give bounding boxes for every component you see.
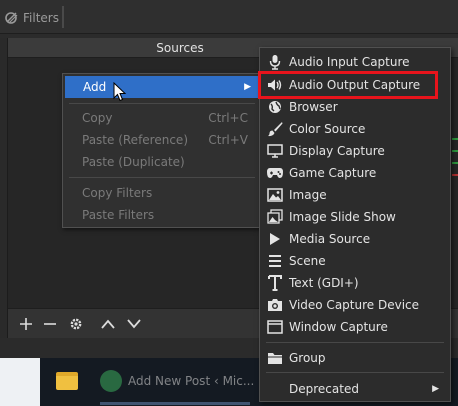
- taskbar-active-indicator: [100, 402, 250, 405]
- microphone-icon: [265, 54, 285, 70]
- source-properties-button[interactable]: [66, 315, 86, 333]
- submenu-item-display-capture[interactable]: Display Capture: [261, 140, 449, 162]
- image-icon: [265, 187, 285, 203]
- submenu-item-label: Scene: [289, 254, 326, 268]
- gamepad-icon: [265, 165, 285, 181]
- move-source-up-button[interactable]: [98, 315, 118, 333]
- audio-meter-line: [452, 138, 458, 140]
- chevron-down-icon: [127, 319, 141, 329]
- submenu-item-text-gdi[interactable]: Text (GDI+): [261, 272, 449, 294]
- submenu-item-label: Text (GDI+): [289, 276, 359, 290]
- menu-item-paste-duplicate[interactable]: Paste (Duplicate): [64, 151, 260, 173]
- menu-item-shortcut: Ctrl+C: [208, 111, 248, 125]
- submenu-item-label: Color Source: [289, 122, 366, 136]
- mouse-cursor-icon: [113, 82, 127, 102]
- submenu-item-scene[interactable]: Scene: [261, 250, 449, 272]
- sources-context-menu: Add ▶ Copy Ctrl+C Paste (Reference) Ctrl…: [62, 73, 262, 228]
- submenu-item-audio-input-capture[interactable]: Audio Input Capture: [261, 51, 449, 73]
- audio-output-capture-highlight: [258, 71, 438, 99]
- list-icon: [265, 253, 285, 269]
- submenu-item-label: Video Capture Device: [289, 298, 420, 312]
- remove-source-button[interactable]: [40, 315, 60, 333]
- taskbar-window-label[interactable]: Add New Post ‹ Mic...: [128, 374, 254, 388]
- submenu-item-image[interactable]: Image: [261, 184, 449, 206]
- submenu-arrow-icon: ▶: [244, 82, 251, 92]
- menu-item-add[interactable]: Add ▶: [65, 76, 259, 98]
- submenu-item-deprecated[interactable]: Deprecated ▶: [261, 378, 449, 400]
- dock-edge: [0, 38, 8, 338]
- blank-icon: [265, 381, 285, 397]
- submenu-separator: [266, 342, 444, 343]
- submenu-item-label: Browser: [289, 100, 338, 114]
- file-explorer-icon[interactable]: [56, 372, 78, 390]
- slideshow-icon: [265, 209, 285, 225]
- submenu-item-window-capture[interactable]: Window Capture: [261, 316, 449, 338]
- folder-icon: [265, 350, 285, 366]
- audio-meter-line: [452, 150, 458, 152]
- toolbar-divider: [62, 6, 64, 28]
- menu-item-copy[interactable]: Copy Ctrl+C: [64, 107, 260, 129]
- submenu-item-browser[interactable]: Browser: [261, 96, 449, 118]
- menu-item-label: Paste (Duplicate): [82, 155, 185, 169]
- menu-separator: [69, 103, 255, 104]
- plus-icon: [20, 318, 32, 330]
- menu-item-copy-filters[interactable]: Copy Filters: [64, 182, 260, 204]
- camera-icon: [265, 297, 285, 313]
- filters-label: Filters: [23, 11, 59, 25]
- menu-item-paste-reference[interactable]: Paste (Reference) Ctrl+V: [64, 129, 260, 151]
- menu-item-label: Add: [83, 80, 107, 94]
- audio-meter-line: [452, 162, 458, 164]
- filters-button[interactable]: Filters: [4, 8, 59, 28]
- submenu-item-label: Window Capture: [289, 320, 388, 334]
- menu-item-label: Copy: [82, 111, 113, 125]
- submenu-item-label: Game Capture: [289, 166, 377, 180]
- add-source-button[interactable]: [16, 315, 36, 333]
- monitor-icon: [265, 143, 285, 159]
- window-icon: [265, 319, 285, 335]
- submenu-item-label: Image: [289, 188, 327, 202]
- move-source-down-button[interactable]: [124, 315, 144, 333]
- submenu-arrow-icon: ▶: [432, 384, 439, 394]
- menu-item-paste-filters[interactable]: Paste Filters: [64, 204, 260, 226]
- submenu-item-label: Image Slide Show: [289, 210, 396, 224]
- audio-meter-line: [452, 174, 458, 176]
- add-source-submenu: Audio Input Capture Audio Output Capture…: [259, 47, 451, 402]
- browser-app-icon[interactable]: [100, 370, 122, 392]
- taskbar-search-area[interactable]: [0, 358, 40, 406]
- toolbar: Filters: [0, 0, 458, 34]
- play-icon: [265, 231, 285, 247]
- minus-icon: [44, 323, 56, 325]
- paint-brush-icon: [265, 121, 285, 137]
- submenu-item-label: Media Source: [289, 232, 371, 246]
- submenu-item-media-source[interactable]: Media Source: [261, 228, 449, 250]
- submenu-item-color-source[interactable]: Color Source: [261, 118, 449, 140]
- menu-item-shortcut: Ctrl+V: [208, 133, 248, 147]
- submenu-item-image-slide-show[interactable]: Image Slide Show: [261, 206, 449, 228]
- submenu-item-label: Display Capture: [289, 144, 385, 158]
- submenu-separator: [266, 372, 444, 373]
- filters-icon: [5, 12, 18, 24]
- menu-separator: [69, 177, 255, 178]
- submenu-item-label: Audio Input Capture: [289, 55, 410, 69]
- gear-icon: [70, 318, 82, 330]
- chevron-up-icon: [101, 319, 115, 329]
- submenu-item-game-capture[interactable]: Game Capture: [261, 162, 449, 184]
- submenu-item-label: Deprecated: [289, 382, 359, 396]
- submenu-item-label: Group: [289, 351, 326, 365]
- submenu-item-group[interactable]: Group: [261, 347, 449, 369]
- menu-item-label: Paste Filters: [82, 208, 155, 222]
- text-icon: [265, 275, 285, 291]
- menu-item-label: Copy Filters: [82, 186, 153, 200]
- submenu-item-video-capture-device[interactable]: Video Capture Device: [261, 294, 449, 316]
- menu-item-label: Paste (Reference): [82, 133, 188, 147]
- globe-icon: [265, 99, 285, 115]
